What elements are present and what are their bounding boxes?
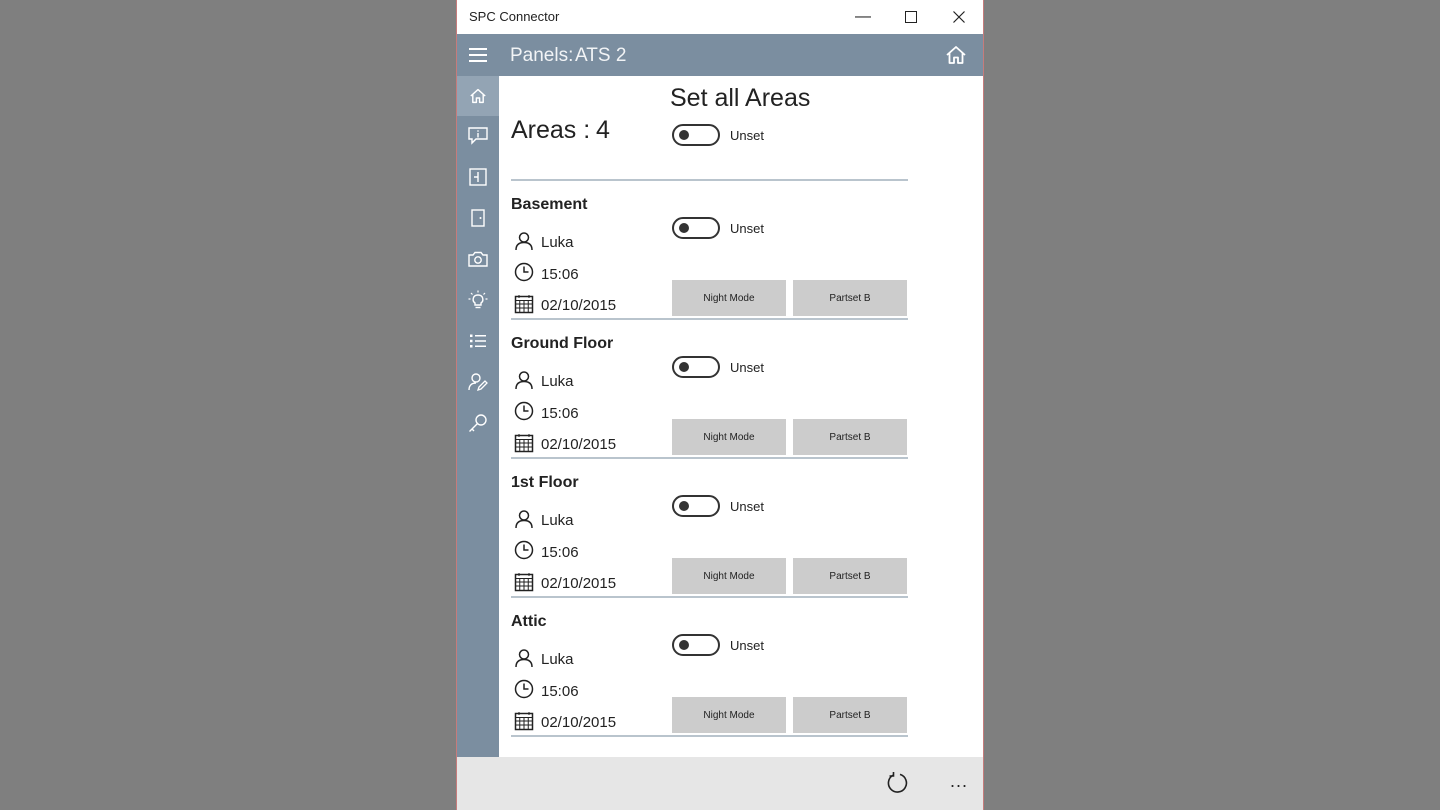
sidebar-item-info[interactable] [457,116,499,156]
lightbulb-icon [468,290,488,309]
close-button[interactable] [936,0,982,34]
maximize-button[interactable] [888,0,934,34]
main-content: Set all Areas Areas : 4 Unset Basement U… [499,76,983,757]
user-icon [515,371,533,390]
areas-label: Areas : [511,116,591,144]
calendar-icon [514,712,534,731]
area-name: 1st Floor [511,474,579,491]
area-user: Luka [541,512,574,529]
partset-b-button[interactable]: Partset B [793,697,907,733]
toggle-knob [679,130,689,140]
area-time: 15:06 [541,544,579,561]
divider [511,318,908,320]
areas-count: 4 [596,116,610,144]
area-state-label: Unset [730,221,764,236]
set-all-state-label: Unset [730,128,764,143]
user-icon [515,510,533,529]
area-time: 15:06 [541,683,579,700]
panels-label: Panels: [510,45,574,66]
area-date: 02/10/2015 [541,297,617,314]
area-user: Luka [541,234,574,251]
toggle-knob [679,223,689,233]
divider [511,457,908,459]
app-header: Panels: ATS 2 [457,34,983,76]
user-icon [515,649,533,668]
divider [511,179,908,181]
toggle-knob [679,362,689,372]
refresh-button[interactable] [883,769,911,797]
area-name: Attic [511,613,547,630]
map-icon [469,168,487,186]
minimize-button[interactable]: — [840,0,886,34]
partset-b-button[interactable]: Partset B [793,419,907,455]
window-title: SPC Connector [469,9,560,24]
bottom-app-bar: ... [457,757,983,810]
area-date: 02/10/2015 [541,714,617,731]
area-user: Luka [541,651,574,668]
area-time: 15:06 [541,266,579,283]
sidebar-item-lights[interactable] [457,280,499,320]
partset-b-button[interactable]: Partset B [793,280,907,316]
list-icon [470,334,486,348]
home-button[interactable] [935,34,977,76]
info-message-icon [468,127,488,145]
sidebar-item-cameras[interactable] [457,239,499,279]
area-state-label: Unset [730,499,764,514]
door-icon [471,209,485,227]
camera-icon [468,251,488,267]
sidebar-item-users[interactable] [457,362,499,402]
hamburger-menu-button[interactable] [457,34,499,76]
calendar-icon [514,573,534,592]
area-time: 15:06 [541,405,579,422]
refresh-icon [887,772,908,793]
sidebar-item-doors[interactable] [457,198,499,238]
area-state-label: Unset [730,638,764,653]
more-options-button[interactable]: ... [945,769,973,797]
hamburger-icon [469,48,487,62]
set-all-toggle[interactable] [672,124,720,146]
area-name: Basement [511,196,588,213]
night-mode-button[interactable]: Night Mode [672,697,786,733]
area-name: Ground Floor [511,335,614,352]
sidebar-item-keys[interactable] [457,403,499,443]
set-all-areas-title: Set all Areas [670,84,811,112]
area-date: 02/10/2015 [541,575,617,592]
area-toggle[interactable] [672,495,720,517]
panel-name: ATS 2 [575,45,627,66]
area-date: 02/10/2015 [541,436,617,453]
clock-icon [514,262,534,282]
night-mode-button[interactable]: Night Mode [672,558,786,594]
area-toggle[interactable] [672,634,720,656]
area-toggle[interactable] [672,217,720,239]
clock-icon [514,679,534,699]
night-mode-button[interactable]: Night Mode [672,419,786,455]
divider [511,596,908,598]
clock-icon [514,401,534,421]
area-toggle[interactable] [672,356,720,378]
home-icon [470,88,486,104]
sidebar-item-home[interactable] [457,76,499,116]
user-icon [515,232,533,251]
toggle-knob [679,640,689,650]
sidebar-item-list[interactable] [457,321,499,361]
clock-icon [514,540,534,560]
night-mode-button[interactable]: Night Mode [672,280,786,316]
area-state-label: Unset [730,360,764,375]
sidebar [457,76,499,757]
sidebar-item-map[interactable] [457,157,499,197]
calendar-icon [514,295,534,314]
title-bar: SPC Connector — [457,0,983,34]
app-window: SPC Connector — Panels: ATS 2 Set all Ar… [456,0,984,810]
calendar-icon [514,434,534,453]
area-user: Luka [541,373,574,390]
key-icon [469,414,487,432]
home-icon [946,46,966,64]
partset-b-button[interactable]: Partset B [793,558,907,594]
toggle-knob [679,501,689,511]
divider [511,735,908,737]
user-edit-icon [468,373,488,392]
